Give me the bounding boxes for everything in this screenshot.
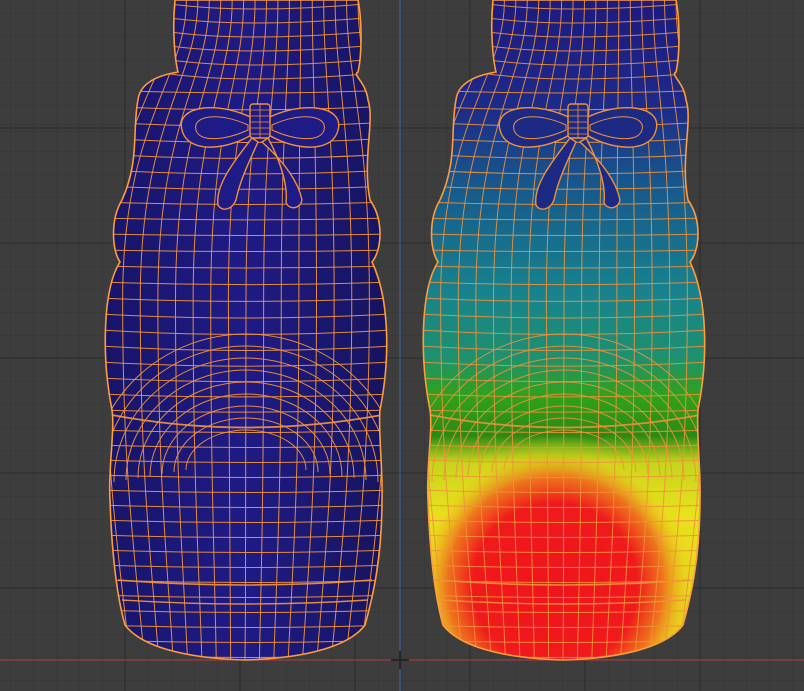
3d-viewport[interactable] [0, 0, 804, 691]
